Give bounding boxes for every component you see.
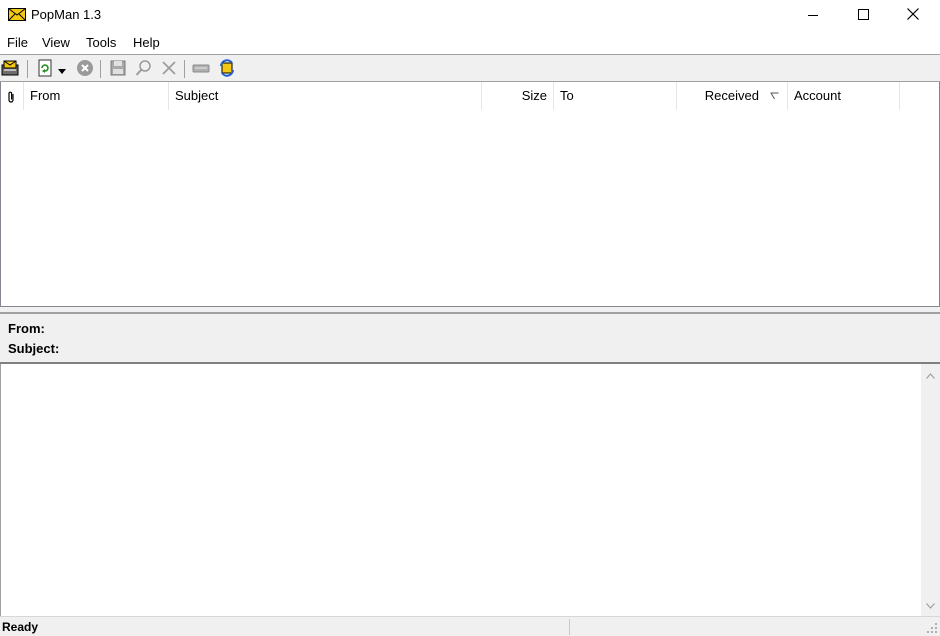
toolbar-separator — [184, 60, 185, 78]
scroll-down-button[interactable] — [921, 596, 940, 613]
menu-help[interactable]: Help — [133, 35, 160, 50]
save-button[interactable] — [108, 59, 128, 79]
sync-icon — [218, 58, 236, 80]
sort-descending-icon — [770, 82, 779, 110]
mailbox-icon — [1, 59, 21, 80]
minimize-icon — [808, 8, 818, 23]
column-received-label: Received — [704, 88, 759, 103]
save-icon — [110, 60, 126, 79]
stop-button[interactable] — [75, 59, 95, 79]
column-attachment[interactable] — [1, 82, 24, 110]
refresh-icon — [36, 59, 54, 80]
window-title: PopMan 1.3 — [31, 7, 102, 22]
envelope-icon — [8, 8, 26, 21]
sync-button[interactable] — [217, 58, 237, 80]
column-header-row: From Subject Size To Received Account — [1, 82, 939, 110]
title-bar: PopMan 1.3 — [0, 0, 940, 31]
menu-view[interactable]: View — [42, 35, 70, 50]
delete-icon — [161, 60, 177, 79]
stop-icon — [76, 59, 94, 80]
scroll-up-button[interactable] — [921, 366, 940, 383]
minimize-button[interactable] — [790, 0, 836, 31]
chevron-down-icon — [926, 597, 935, 612]
keyboard-icon — [192, 62, 210, 77]
column-from[interactable]: From — [24, 82, 169, 110]
status-bar: Ready — [0, 616, 940, 636]
find-button[interactable] — [134, 59, 154, 79]
menu-tools[interactable]: Tools — [86, 35, 116, 50]
refresh-dropdown-button[interactable] — [55, 59, 69, 79]
delete-button[interactable] — [159, 59, 179, 79]
close-icon — [907, 8, 919, 23]
column-account[interactable]: Account — [788, 82, 900, 110]
message-list[interactable]: From Subject Size To Received Account — [0, 82, 940, 307]
column-to[interactable]: To — [554, 82, 677, 110]
column-size[interactable]: Size — [482, 82, 554, 110]
keyboard-button[interactable] — [191, 59, 211, 79]
maximize-icon — [857, 8, 869, 23]
refresh-button[interactable] — [35, 59, 55, 79]
toolbar-separator — [100, 60, 101, 78]
dropdown-arrow-icon — [58, 62, 66, 77]
maximize-button[interactable] — [840, 0, 886, 31]
toolbar-separator — [27, 60, 28, 78]
status-text: Ready — [2, 620, 39, 634]
resize-grip-icon[interactable] — [926, 622, 938, 634]
check-mail-button[interactable] — [1, 59, 21, 79]
subject-label: Subject: — [8, 341, 60, 356]
vertical-scrollbar[interactable] — [921, 364, 940, 616]
toolbar — [0, 54, 940, 82]
message-preview-body[interactable] — [0, 364, 940, 616]
column-subject[interactable]: Subject — [169, 82, 482, 110]
menu-file[interactable]: File — [7, 35, 28, 50]
chevron-up-icon — [926, 367, 935, 382]
preview-header: From: Subject: — [0, 312, 940, 364]
menu-bar: File View Tools Help — [0, 31, 940, 54]
column-received[interactable]: Received — [677, 82, 788, 110]
from-label: From: — [8, 321, 45, 336]
find-icon — [135, 59, 153, 80]
attachment-icon — [7, 88, 15, 103]
close-button[interactable] — [890, 0, 936, 31]
status-separator — [569, 619, 570, 635]
